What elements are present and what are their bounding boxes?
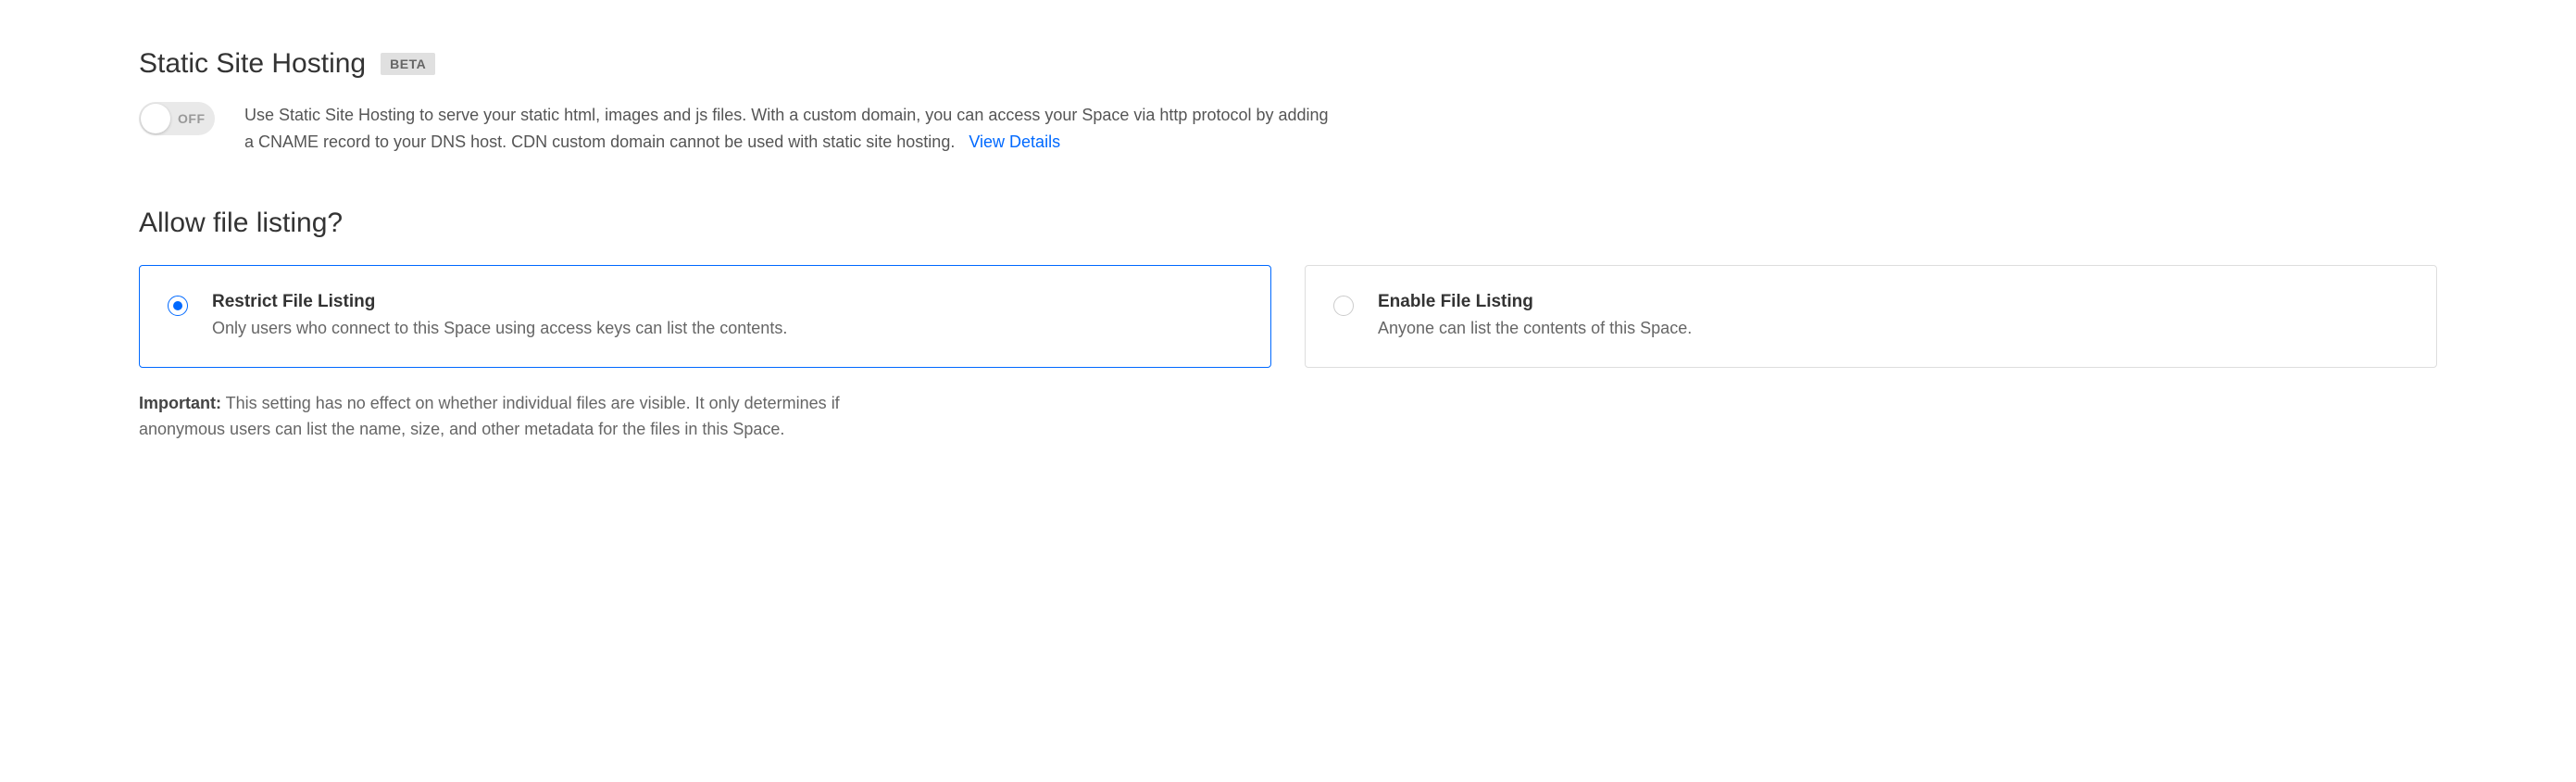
toggle-row: OFF Use Static Site Hosting to serve you… — [139, 102, 2437, 156]
heading-row: Static Site Hosting BETA — [139, 48, 2437, 80]
file-listing-options: Restrict File Listing Only users who con… — [139, 265, 2437, 368]
option-content: Enable File Listing Anyone can list the … — [1378, 292, 2408, 341]
static-hosting-heading: Static Site Hosting — [139, 48, 366, 80]
file-listing-section: Allow file listing? Restrict File Listin… — [139, 208, 2437, 444]
beta-badge: BETA — [381, 53, 435, 75]
static-site-hosting-section: Static Site Hosting BETA OFF Use Static … — [139, 48, 2437, 156]
option-title: Restrict File Listing — [212, 292, 1243, 312]
description-text: Use Static Site Hosting to serve your st… — [244, 106, 1329, 151]
toggle-state-label: OFF — [178, 111, 206, 126]
important-label: Important: — [139, 394, 221, 412]
option-desc: Anyone can list the contents of this Spa… — [1378, 316, 2408, 341]
restrict-file-listing-option[interactable]: Restrict File Listing Only users who con… — [139, 265, 1271, 368]
radio-enable[interactable] — [1333, 296, 1354, 316]
option-content: Restrict File Listing Only users who con… — [212, 292, 1243, 341]
view-details-link[interactable]: View Details — [969, 132, 1060, 151]
toggle-knob — [141, 104, 170, 133]
option-desc: Only users who connect to this Space usi… — [212, 316, 1243, 341]
important-note: Important: This setting has no effect on… — [139, 390, 898, 444]
file-listing-heading: Allow file listing? — [139, 208, 2437, 239]
option-title: Enable File Listing — [1378, 292, 2408, 312]
static-hosting-description: Use Static Site Hosting to serve your st… — [244, 102, 1337, 156]
radio-restrict[interactable] — [168, 296, 188, 316]
static-hosting-toggle[interactable]: OFF — [139, 102, 215, 135]
enable-file-listing-option[interactable]: Enable File Listing Anyone can list the … — [1305, 265, 2437, 368]
important-text: This setting has no effect on whether in… — [139, 394, 840, 439]
